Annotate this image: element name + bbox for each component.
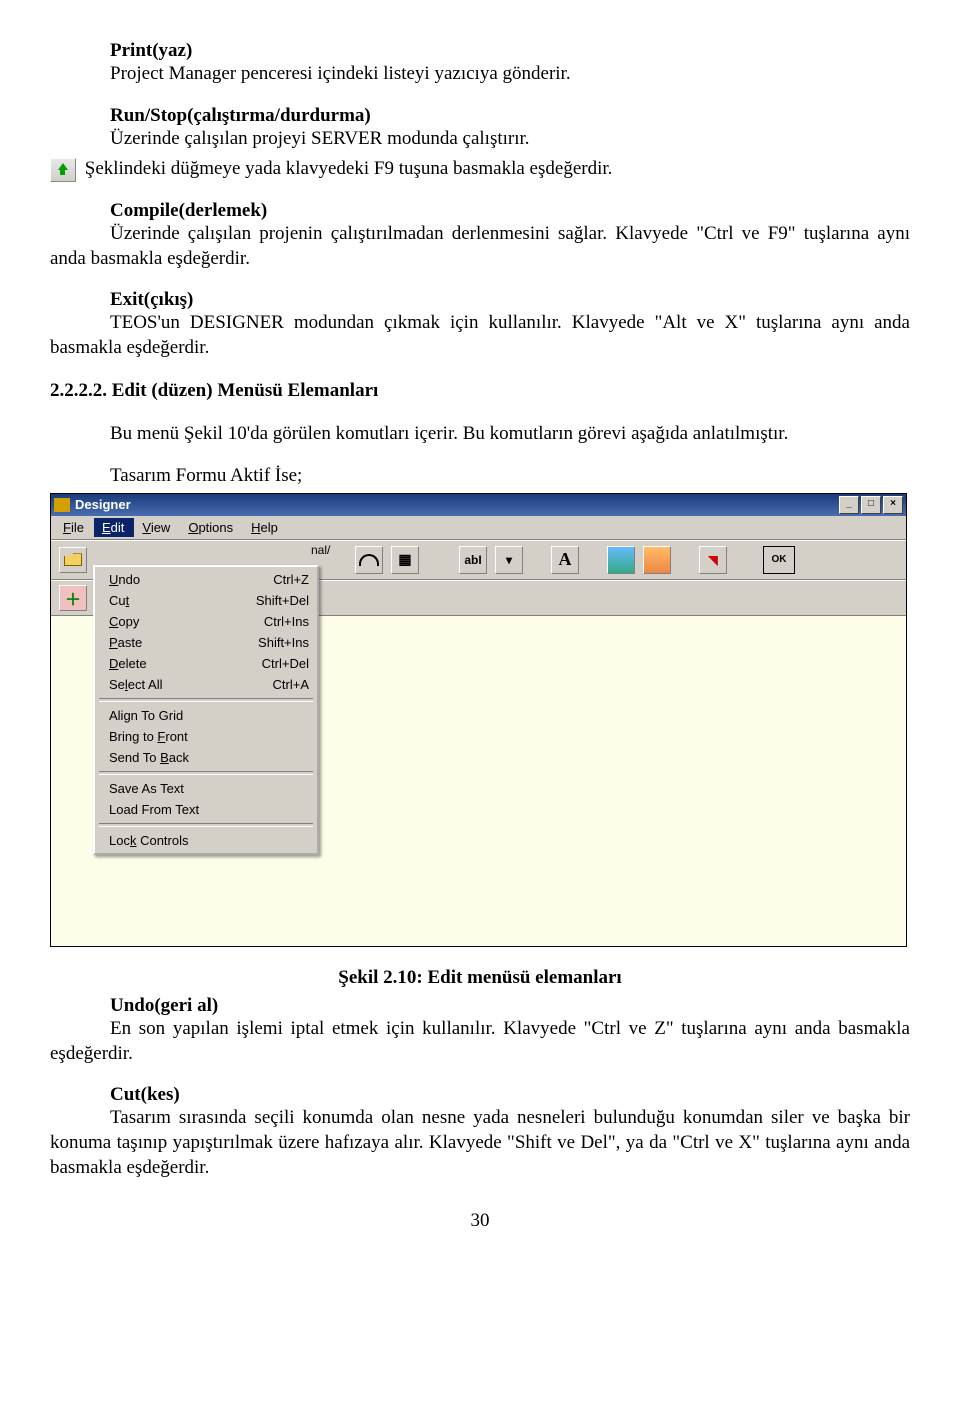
section-edit-menu-body: Bu menü Şekil 10'da görülen komutları iç… — [50, 422, 910, 447]
menu-delete[interactable]: DeleteCtrl+Del — [97, 653, 315, 674]
menu-separator-3 — [99, 823, 313, 827]
gauge-icon[interactable] — [355, 546, 383, 574]
section-print-title: Print(yaz) — [50, 40, 910, 62]
picture-icon[interactable] — [607, 546, 635, 574]
section-undo-title: Undo(geri al) — [50, 995, 910, 1017]
app-icon — [54, 498, 70, 512]
menu-undo[interactable]: UndoCtrl+Z — [97, 569, 315, 590]
section-exit-body: TEOS'un DESIGNER modundan çıkmak için ku… — [50, 311, 910, 360]
menu-copy[interactable]: CopyCtrl+Ins — [97, 611, 315, 632]
page-number: 30 — [50, 1210, 910, 1232]
maximize-button[interactable]: □ — [861, 496, 881, 514]
menu-file[interactable]: File — [55, 518, 94, 537]
image-icon[interactable] — [643, 546, 671, 574]
section-edit-menu-title: 2.2.2.2. Edit (düzen) Menüsü Elemanları — [50, 379, 910, 404]
section-runstop-body2-text: Şeklindeki düğmeye yada klavyedeki F9 tu… — [85, 158, 613, 179]
dropdown-icon[interactable]: ▾ — [495, 546, 523, 574]
menu-select-all[interactable]: Select AllCtrl+A — [97, 674, 315, 695]
tab-label-fragment: nal/ — [311, 543, 330, 557]
menu-edit[interactable]: Edit — [94, 518, 134, 537]
menu-cut[interactable]: CutShift+Del — [97, 590, 315, 611]
section-cut-title: Cut(kes) — [50, 1084, 910, 1106]
section-print-body: Project Manager penceresi içindeki liste… — [50, 62, 910, 87]
grid-icon[interactable]: ▦ — [391, 546, 419, 574]
section-undo-body: En son yapılan işlemi iptal etmek için k… — [50, 1017, 910, 1066]
section-exit-title: Exit(çıkış) — [50, 289, 910, 311]
menu-lock-controls[interactable]: Lock Controls — [97, 830, 315, 851]
section-compile-body: Üzerinde çalışılan projenin çalıştırılma… — [50, 222, 910, 271]
section-runstop-title: Run/Stop(çalıştırma/durdurma) — [50, 105, 910, 127]
menu-load-from-text[interactable]: Load From Text — [97, 799, 315, 820]
section-compile-title: Compile(derlemek) — [50, 200, 910, 222]
run-arrow-icon — [50, 158, 76, 182]
toolbar-row-1: nal/ ▦ abI ▾ A ◥ OK UndoCtrl+Z CutShift+… — [51, 540, 906, 580]
designer-window: Designer _ □ × File Edit View Options He… — [50, 493, 907, 947]
add-button[interactable]: ＋ — [59, 585, 87, 611]
titlebar: Designer _ □ × — [51, 494, 906, 516]
close-button[interactable]: × — [883, 496, 903, 514]
edit-dropdown-menu: UndoCtrl+Z CutShift+Del CopyCtrl+Ins Pas… — [93, 565, 319, 855]
menu-separator-2 — [99, 771, 313, 775]
section-cut-body: Tasarım sırasında seçili konumda olan ne… — [50, 1106, 910, 1180]
open-button[interactable] — [59, 547, 87, 573]
figure-caption: Şekil 2.10: Edit menüsü elemanları — [50, 967, 910, 989]
menu-view[interactable]: View — [134, 518, 180, 537]
menu-options[interactable]: Options — [180, 518, 243, 537]
shape-icon[interactable]: ◥ — [699, 546, 727, 574]
section-runstop-body2: Şeklindeki düğmeye yada klavyedeki F9 tu… — [50, 157, 910, 182]
ok-button-icon[interactable]: OK — [763, 546, 795, 574]
menu-help[interactable]: Help — [243, 518, 288, 537]
menu-paste[interactable]: PasteShift+Ins — [97, 632, 315, 653]
menu-align-grid[interactable]: Align To Grid — [97, 705, 315, 726]
abi-text-icon[interactable]: abI — [459, 546, 487, 574]
window-buttons: _ □ × — [839, 496, 903, 514]
menubar: File Edit View Options Help — [51, 516, 906, 540]
menu-separator-1 — [99, 698, 313, 702]
window-title: Designer — [75, 497, 839, 512]
menu-send-back[interactable]: Send To Back — [97, 747, 315, 768]
menu-save-as-text[interactable]: Save As Text — [97, 778, 315, 799]
form-active-label: Tasarım Formu Aktif İse; — [50, 464, 910, 489]
letter-a-icon[interactable]: A — [551, 546, 579, 574]
section-runstop-body: Üzerinde çalışılan projeyi SERVER modund… — [50, 127, 910, 152]
minimize-button[interactable]: _ — [839, 496, 859, 514]
menu-bring-front[interactable]: Bring to Front — [97, 726, 315, 747]
